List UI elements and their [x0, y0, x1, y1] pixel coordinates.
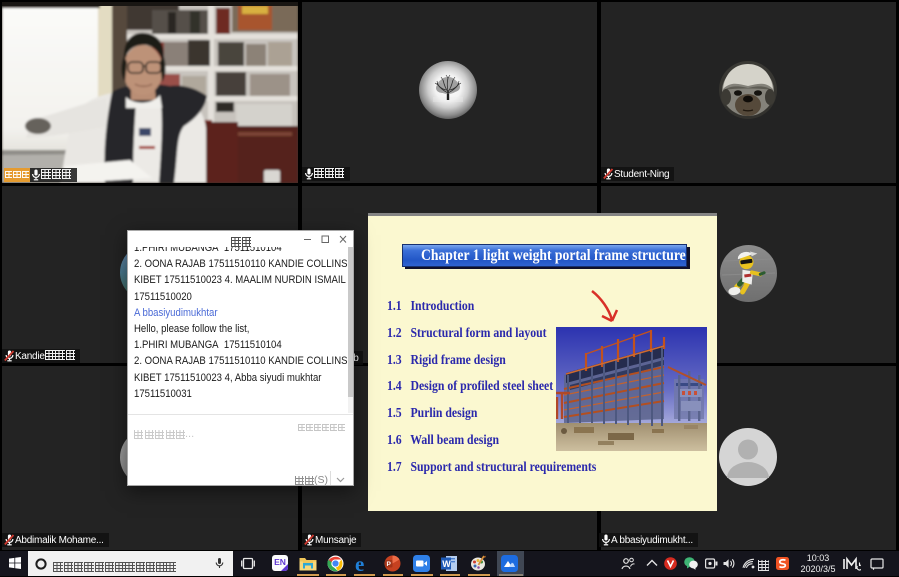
svg-text:W: W [442, 559, 451, 569]
svg-text:P: P [387, 561, 392, 568]
